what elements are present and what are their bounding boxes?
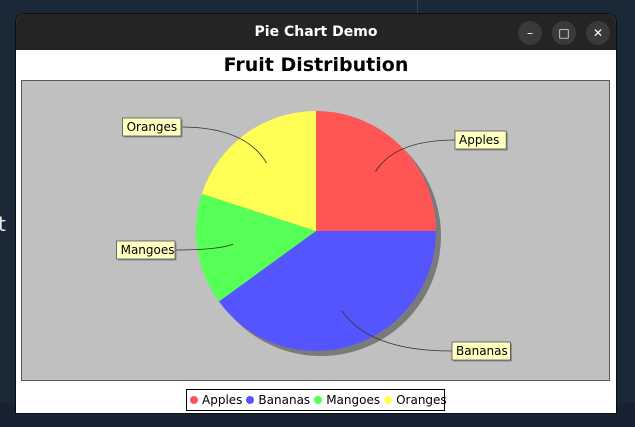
minimize-button[interactable]: –	[518, 21, 542, 45]
slice-label-mangoes: Mangoes	[121, 243, 175, 257]
maximize-button[interactable]: □	[552, 21, 576, 45]
close-button[interactable]: ✕	[586, 21, 610, 45]
legend-item-bananas: Bananas	[246, 393, 310, 407]
legend-swatch-icon	[314, 396, 323, 404]
close-icon: ✕	[592, 26, 604, 40]
legend-label: Mangoes	[326, 393, 381, 407]
legend-label: Bananas	[258, 393, 311, 407]
slice-label-bananas: Bananas	[456, 344, 508, 358]
legend-label: Apples	[202, 393, 243, 407]
slice-label-oranges: Oranges	[127, 120, 178, 134]
chart-title: Fruit Distribution	[223, 54, 409, 76]
titlebar[interactable]: Pie Chart Demo – □ ✕	[16, 14, 616, 50]
slice-label-apples: Apples	[459, 133, 499, 147]
legend-item-mangoes: Mangoes	[314, 393, 380, 407]
legend-swatch-icon	[384, 396, 393, 404]
pie-chart: Apples Bananas Mangoes Oranges	[116, 111, 512, 362]
app-window: Pie Chart Demo – □ ✕ Fruit Distribution …	[16, 14, 616, 413]
chart-legend: Apples Bananas Mangoes Oranges	[186, 389, 447, 411]
legend-item-oranges: Oranges	[384, 393, 447, 407]
maximize-icon: □	[558, 26, 570, 40]
plot-area: Apples Bananas Mangoes Oranges	[21, 80, 610, 381]
legend-item-apples: Apples	[190, 393, 242, 407]
legend-swatch-icon	[246, 396, 255, 404]
minimize-icon: –	[527, 26, 533, 40]
legend-swatch-icon	[190, 396, 198, 404]
desktop-edge-text: t	[0, 212, 6, 236]
legend-label: Oranges	[396, 393, 447, 407]
